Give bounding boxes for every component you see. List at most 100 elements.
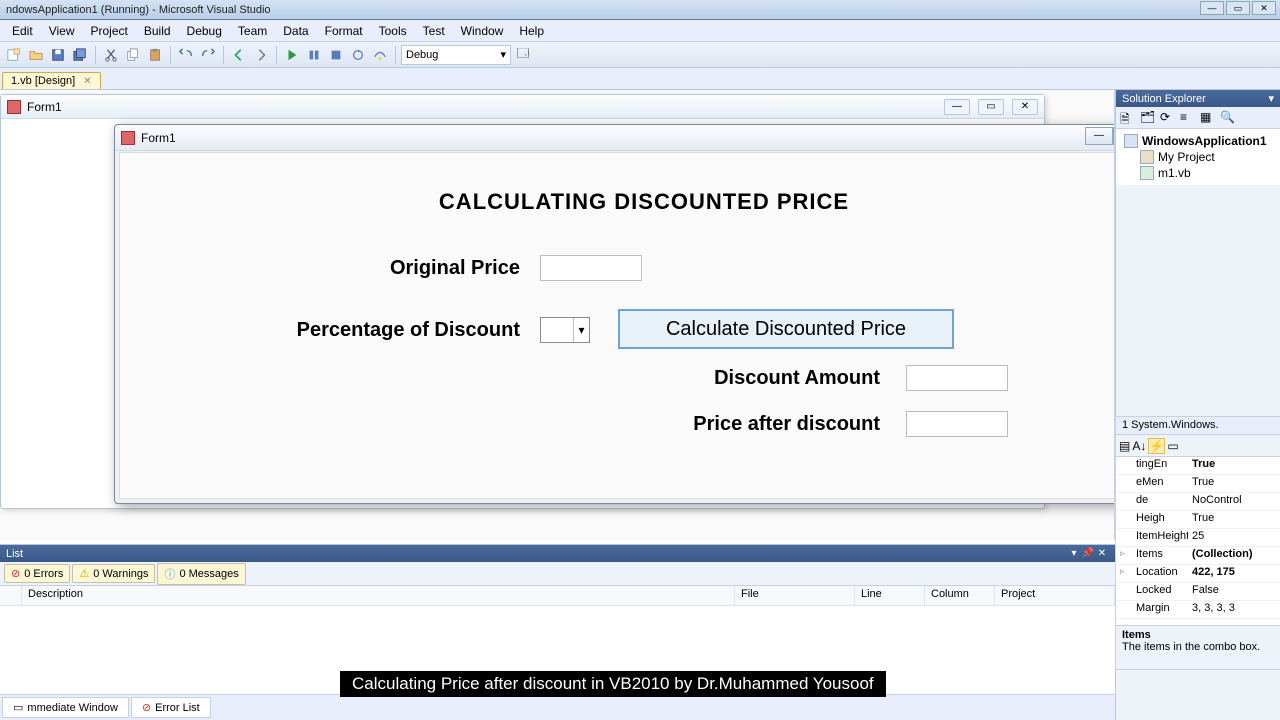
designer-tab[interactable]: 1.vb [Design] ✕ [2,72,101,89]
start-debug-icon[interactable] [282,45,302,65]
refresh-icon[interactable]: ⟳ [1159,109,1177,127]
prop-desc-text: The items in the combo box. [1122,641,1274,653]
view-code-icon[interactable]: ≡ [1179,109,1197,127]
immediate-window-tab[interactable]: ▭ mmediate Window [2,697,129,718]
copy-icon[interactable] [123,45,143,65]
prop-value[interactable]: True [1188,511,1280,528]
percent-discount-combo[interactable]: ▾ [540,317,590,343]
window-minimize-button[interactable]: — [1200,1,1224,15]
menu-test[interactable]: Test [415,22,453,40]
errors-filter[interactable]: ⊘ 0 Errors [4,564,70,583]
warnings-filter[interactable]: ⚠ 0 Warnings [72,564,155,583]
undo-icon[interactable] [176,45,196,65]
col-project[interactable]: Project [995,586,1115,605]
prop-value[interactable]: (Collection) [1188,547,1280,564]
prop-value[interactable]: 3, 3, 3, 3 [1188,601,1280,618]
panel-close-icon[interactable]: ✕ [1095,548,1109,559]
nav-back-icon[interactable] [229,45,249,65]
config-value: Debug [406,49,438,61]
running-form-titlebar[interactable]: Form1 — ▭ ✕ [115,125,1115,151]
original-price-input[interactable] [540,255,642,281]
properties-icon[interactable]: 🗎 [1119,109,1137,127]
prop-row[interactable]: Margin3, 3, 3, 3 [1116,601,1280,619]
step-over-icon[interactable] [370,45,390,65]
toolbox-icon[interactable]: 🗔 [513,45,533,65]
panel-pin-icon[interactable]: 📌 [1081,548,1095,559]
nav-fwd-icon[interactable] [251,45,271,65]
properties-object-selector[interactable]: 1 System.Windows. [1116,417,1280,435]
redo-icon[interactable] [198,45,218,65]
menu-data[interactable]: Data [275,22,316,40]
stop-debug-icon[interactable] [326,45,346,65]
menu-edit[interactable]: Edit [4,22,41,40]
solution-root[interactable]: WindowsApplication1 [1120,133,1276,149]
menu-build[interactable]: Build [136,22,179,40]
menu-project[interactable]: Project [82,22,135,40]
properties-grid[interactable]: tingEnTrueeMenTruedeNoControlHeighTrueIt… [1116,457,1280,619]
prop-row[interactable]: HeighTrue [1116,511,1280,529]
col-icon[interactable] [0,586,22,605]
col-description[interactable]: Description [22,586,735,605]
preview-minimize-button[interactable]: — [944,99,970,115]
menu-help[interactable]: Help [511,22,552,40]
col-file[interactable]: File [735,586,855,605]
save-all-icon[interactable] [70,45,90,65]
paste-icon[interactable] [145,45,165,65]
solution-explorer-header[interactable]: Solution Explorer ▾ [1116,90,1280,107]
messages-filter[interactable]: ⓘ 0 Messages [157,563,245,585]
prop-value[interactable]: NoControl [1188,493,1280,510]
col-line[interactable]: Line [855,586,925,605]
cut-icon[interactable] [101,45,121,65]
save-icon[interactable] [48,45,68,65]
prop-value[interactable]: True [1188,457,1280,474]
view-designer-icon[interactable]: ▦ [1199,109,1217,127]
menu-tools[interactable]: Tools [371,22,415,40]
menu-format[interactable]: Format [317,22,371,40]
prop-row[interactable]: deNoControl [1116,493,1280,511]
form-minimize-button[interactable]: — [1085,127,1113,145]
error-list-header[interactable]: List ▾ 📌 ✕ [0,545,1115,562]
menu-window[interactable]: Window [453,22,512,40]
menu-view[interactable]: View [41,22,83,40]
calculate-button[interactable]: Calculate Discounted Price [618,309,954,349]
error-list-tab[interactable]: ⊘ Error List [131,697,211,718]
categorized-icon[interactable]: ▤ [1119,439,1130,453]
new-project-icon[interactable] [4,45,24,65]
show-all-icon[interactable]: 🗂 [1139,109,1157,127]
prop-row[interactable]: tingEnTrue [1116,457,1280,475]
combo-arrow-icon[interactable]: ▾ [573,318,589,342]
panel-dropdown-icon[interactable]: ▾ [1067,548,1081,559]
restart-icon[interactable] [348,45,368,65]
view-class-icon[interactable]: 🔍 [1219,109,1237,127]
prop-row[interactable]: LockedFalse [1116,583,1280,601]
prop-name: tingEn [1116,457,1188,474]
menu-debug[interactable]: Debug [179,22,230,40]
window-maximize-button[interactable]: ▭ [1226,1,1250,15]
prop-row[interactable]: eMenTrue [1116,475,1280,493]
prop-value[interactable]: False [1188,583,1280,600]
preview-close-button[interactable]: ✕ [1012,99,1038,115]
prop-value[interactable]: True [1188,475,1280,492]
events-icon[interactable]: ⚡ [1148,438,1165,454]
window-close-button[interactable]: ✕ [1252,1,1276,15]
preview-maximize-button[interactable]: ▭ [978,99,1004,115]
tree-my-project[interactable]: My Project [1120,149,1276,165]
menu-team[interactable]: Team [230,22,275,40]
tree-form-file[interactable]: m1.vb [1120,165,1276,181]
tab-close-icon[interactable]: ✕ [83,76,91,87]
solution-tree[interactable]: WindowsApplication1 My Project m1.vb [1116,129,1280,185]
prop-pages-icon[interactable]: ▭ [1167,439,1178,453]
alphabetical-icon[interactable]: A↓ [1132,439,1146,453]
col-column[interactable]: Column [925,586,995,605]
prop-row[interactable]: ▹Location422, 175 [1116,565,1280,583]
prop-row[interactable]: ▹Items(Collection) [1116,547,1280,565]
solution-explorer-title: Solution Explorer [1122,93,1206,105]
video-caption: Calculating Price after discount in VB20… [340,671,886,697]
prop-value[interactable]: 422, 175 [1188,565,1280,582]
prop-row[interactable]: ItemHeight25 [1116,529,1280,547]
open-icon[interactable] [26,45,46,65]
break-all-icon[interactable] [304,45,324,65]
config-dropdown[interactable]: Debug▾ [401,45,511,65]
prop-value[interactable]: 25 [1188,529,1280,546]
designer-surface: Form1 — ▭ ✕ Form1 — ▭ ✕ CALCULATING DISC… [0,90,1115,540]
